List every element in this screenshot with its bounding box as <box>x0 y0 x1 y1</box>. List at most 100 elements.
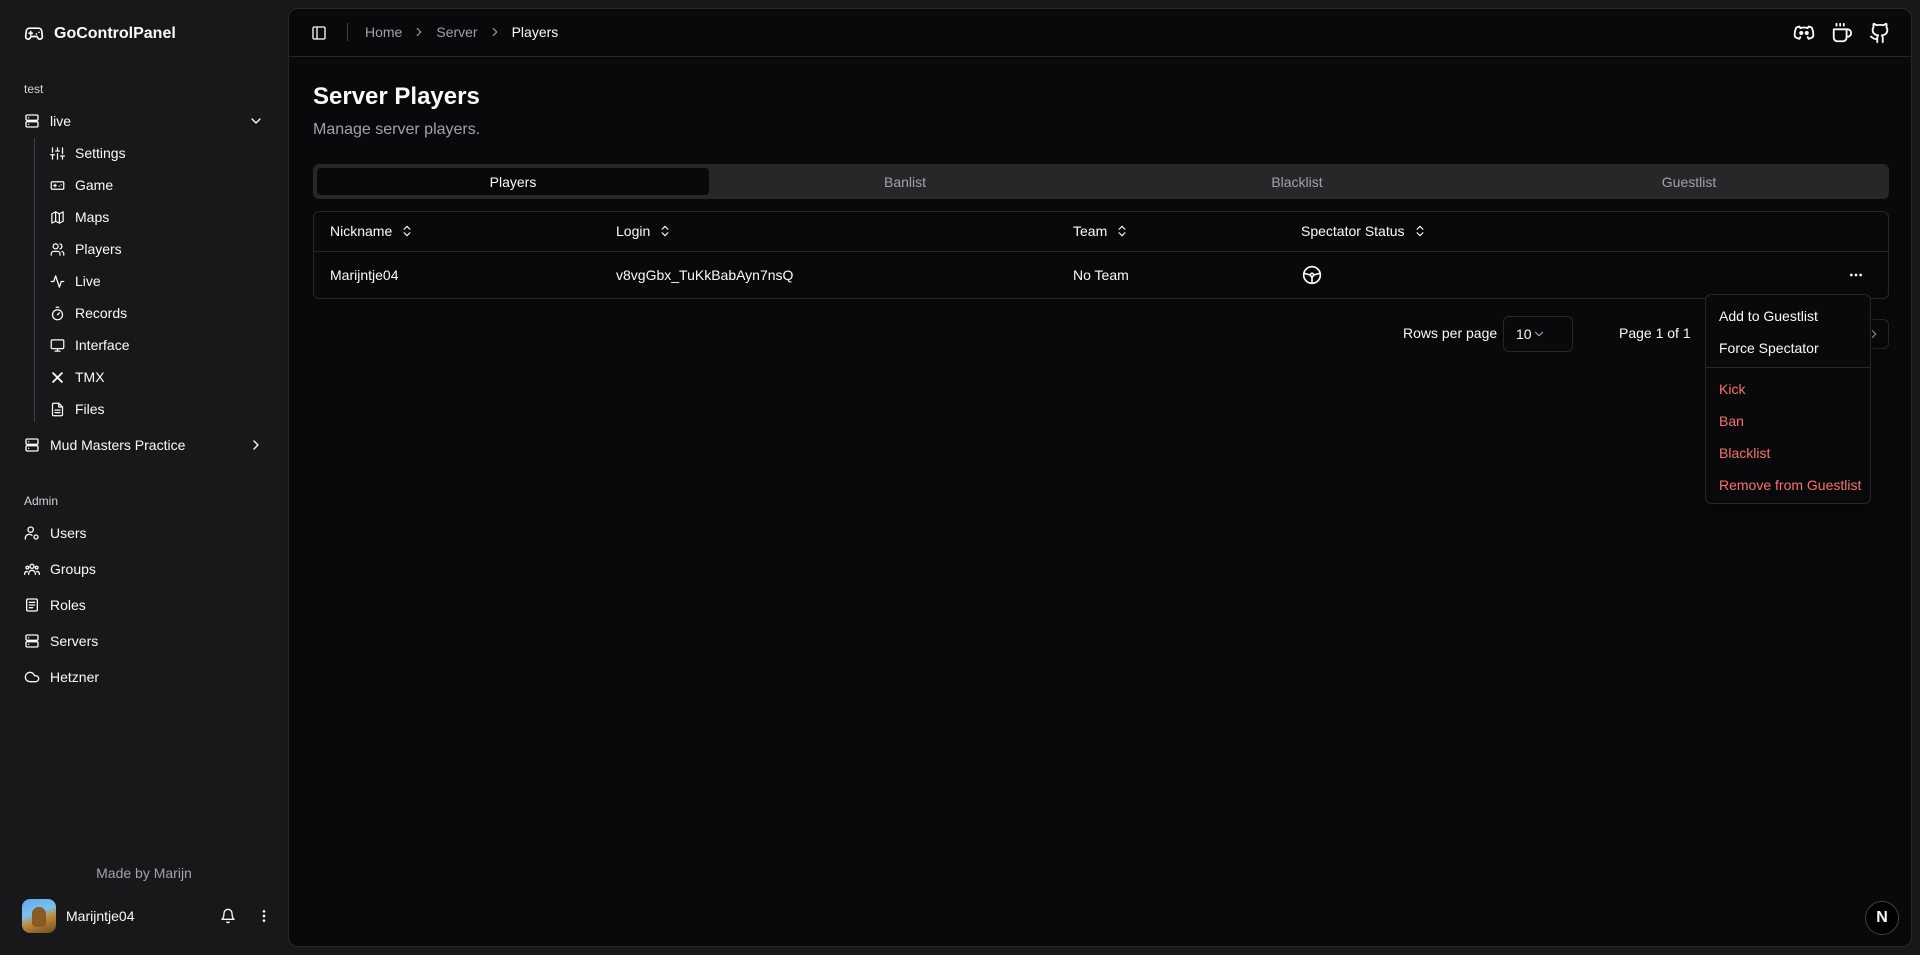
menu-item-blacklist[interactable]: Blacklist <box>1719 445 1770 461</box>
page-title: Server Players <box>313 83 480 110</box>
cell-nickname: Marijntje04 <box>330 267 399 283</box>
menu-item-kick[interactable]: Kick <box>1719 381 1745 397</box>
user-cog-icon <box>24 525 40 541</box>
column-header-nickname[interactable]: Nickname <box>330 223 414 239</box>
page-subtitle: Manage server players. <box>313 121 481 138</box>
sidebar-item-users[interactable]: Users <box>16 518 272 548</box>
brand-name: GoControlPanel <box>54 25 176 42</box>
sort-icon <box>658 224 672 238</box>
sidebar-item-tmx[interactable]: TMX <box>42 363 272 391</box>
tab-banlist[interactable]: Banlist <box>709 168 1101 195</box>
sidebar-item-groups[interactable]: Groups <box>16 554 272 584</box>
rows-per-page-value: 10 <box>1516 326 1532 342</box>
sort-icon <box>1413 224 1427 238</box>
breadcrumb: Home Server Players <box>365 24 558 40</box>
tab-blacklist[interactable]: Blacklist <box>1101 168 1493 195</box>
column-label: Team <box>1073 223 1108 239</box>
activity-icon <box>50 274 65 289</box>
breadcrumb-current: Players <box>511 24 559 40</box>
sidebar-item-records[interactable]: Records <box>42 299 272 327</box>
sidebar-item-servers[interactable]: Servers <box>16 626 272 656</box>
gamepad-icon <box>50 178 65 193</box>
sidebar-item-label: Records <box>75 305 128 321</box>
server-item-mud-masters[interactable]: Mud Masters Practice <box>16 430 272 460</box>
discord-icon[interactable] <box>1793 22 1815 44</box>
server-icon <box>24 437 40 453</box>
cloud-icon <box>24 669 40 685</box>
sidebar-item-files[interactable]: Files <box>42 395 272 423</box>
players-table: Nickname Login Team Spectator Status Mar… <box>313 211 1889 299</box>
sidebar-item-label: Settings <box>75 145 126 161</box>
sidebar-item-roles[interactable]: Roles <box>16 590 272 620</box>
sidebar-item-label: Servers <box>50 633 99 649</box>
tab-guestlist[interactable]: Guestlist <box>1493 168 1885 195</box>
map-icon <box>50 210 65 225</box>
server-item-live[interactable]: live <box>16 106 272 136</box>
sidebar-item-players[interactable]: Players <box>42 235 272 263</box>
menu-item-ban[interactable]: Ban <box>1719 413 1744 429</box>
sort-icon <box>400 224 414 238</box>
user-profile[interactable]: Marijntje04 <box>22 899 272 933</box>
sidebar-item-hetzner[interactable]: Hetzner <box>16 662 272 692</box>
bell-icon[interactable] <box>220 908 236 924</box>
sidebar-item-label: Files <box>75 401 105 417</box>
brand[interactable]: GoControlPanel <box>24 24 176 44</box>
sidebar-item-label: Hetzner <box>50 669 100 685</box>
sidebar-item-label: Game <box>75 177 114 193</box>
group-label-admin: Admin <box>24 494 59 508</box>
cell-login: v8vgGbx_TuKkBabAyn7nsQ <box>616 267 794 283</box>
breadcrumb-server[interactable]: Server <box>436 24 477 40</box>
column-label: Spectator Status <box>1301 223 1405 239</box>
chevron-right-icon <box>412 25 426 39</box>
more-vertical-icon[interactable] <box>256 908 272 924</box>
sidebar-item-maps[interactable]: Maps <box>42 203 272 231</box>
sliders-icon <box>50 146 65 161</box>
sidebar-item-label: Maps <box>75 209 110 225</box>
menu-item-force-spectator[interactable]: Force Spectator <box>1719 340 1819 356</box>
cell-team: No Team <box>1073 267 1129 283</box>
menu-item-remove-from-guestlist[interactable]: Remove from Guestlist <box>1719 477 1861 493</box>
sidebar-item-live[interactable]: Live <box>42 267 272 295</box>
group-label-test: test <box>24 82 44 96</box>
column-header-team[interactable]: Team <box>1073 223 1129 239</box>
column-header-spectator-status[interactable]: Spectator Status <box>1301 223 1427 239</box>
table-row[interactable]: Marijntje04 v8vgGbx_TuKkBabAyn7nsQ No Te… <box>314 253 1888 299</box>
sidebar-item-settings[interactable]: Settings <box>42 139 272 167</box>
tmx-icon <box>50 370 65 385</box>
sidebar-item-label: Players <box>75 241 122 257</box>
github-icon[interactable] <box>1869 22 1891 44</box>
sidebar: GoControlPanel test live Settings Game M… <box>0 0 288 955</box>
sidebar-item-label: Roles <box>50 597 86 613</box>
steering-wheel-icon <box>1302 265 1322 285</box>
more-horizontal-icon <box>1848 267 1864 283</box>
main-panel: Home Server Players Server Players Manag… <box>288 8 1912 947</box>
user-name: Marijntje04 <box>66 908 135 924</box>
groups-icon <box>24 561 40 577</box>
column-header-login[interactable]: Login <box>616 223 672 239</box>
coffee-icon[interactable] <box>1831 22 1853 44</box>
rows-per-page-label: Rows per page <box>1403 325 1498 341</box>
sidebar-item-label: Interface <box>75 337 130 353</box>
chevron-right-icon <box>488 25 502 39</box>
tab-players[interactable]: Players <box>317 168 709 195</box>
sidebar-item-label: TMX <box>75 369 105 385</box>
users-icon <box>50 242 65 257</box>
tabs: Players Banlist Blacklist Guestlist <box>313 164 1889 199</box>
sidebar-toggle-icon[interactable] <box>311 25 327 41</box>
row-actions-button[interactable] <box>1848 267 1864 283</box>
sidebar-item-game[interactable]: Game <box>42 171 272 199</box>
breadcrumb-home[interactable]: Home <box>365 24 402 40</box>
column-label: Login <box>616 223 651 239</box>
server-item-label: Mud Masters Practice <box>50 437 186 453</box>
chevron-down-icon <box>1532 327 1546 341</box>
page-indicator: Page 1 of 1 <box>1619 325 1691 341</box>
rows-per-page-select[interactable]: 10 <box>1503 316 1573 352</box>
menu-divider <box>1706 367 1870 368</box>
sidebar-item-interface[interactable]: Interface <box>42 331 272 359</box>
avatar <box>22 899 56 933</box>
column-label: Nickname <box>330 223 393 239</box>
menu-item-add-to-guestlist[interactable]: Add to Guestlist <box>1719 308 1818 324</box>
n-badge[interactable]: N <box>1865 901 1899 935</box>
chevron-down-icon <box>248 113 264 129</box>
roles-icon <box>24 597 40 613</box>
